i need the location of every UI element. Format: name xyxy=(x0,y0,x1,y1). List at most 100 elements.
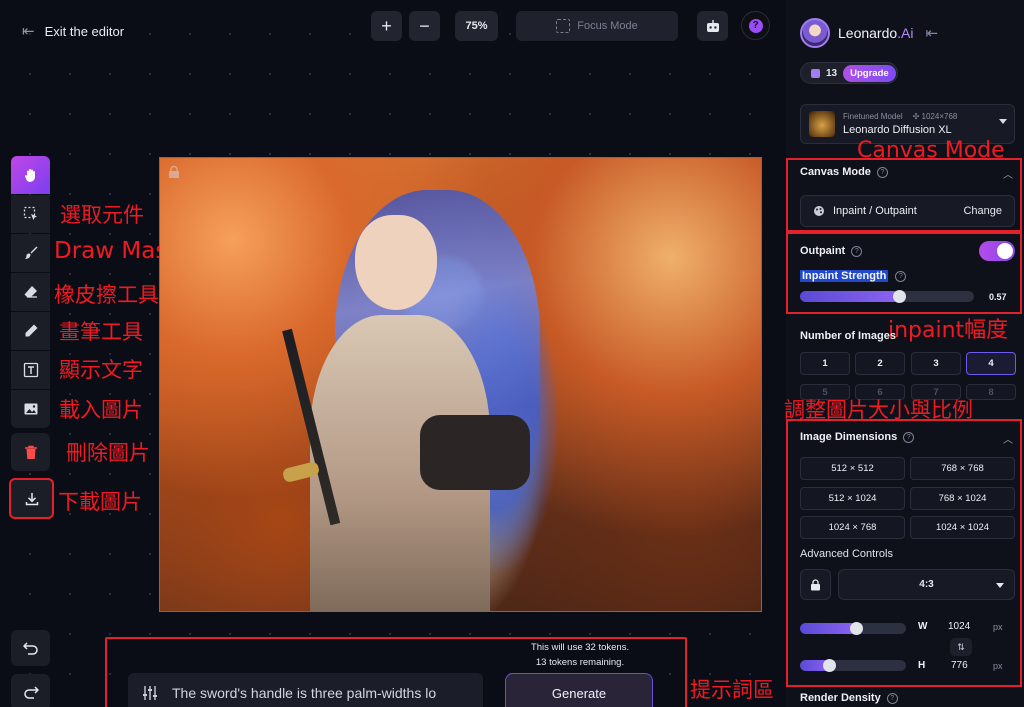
info-icon[interactable]: ? xyxy=(895,270,907,282)
width-value[interactable]: 1024 xyxy=(948,621,970,632)
outpaint-title-text: Outpaint xyxy=(800,245,846,257)
token-icon xyxy=(811,68,820,78)
credits-badge: 13 Upgrade xyxy=(800,62,898,84)
exit-editor-link[interactable]: ⇤ Exit the editor xyxy=(22,22,124,40)
inpaint-strength-slider[interactable] xyxy=(800,291,974,302)
swap-dimensions-button[interactable]: ⇅ xyxy=(950,638,972,656)
tool-image[interactable] xyxy=(11,390,50,428)
images-option-2[interactable]: 2 xyxy=(855,352,905,375)
inpaint-strength-thumb[interactable] xyxy=(892,290,906,303)
tool-delete[interactable] xyxy=(11,433,50,471)
zoom-level[interactable]: 75% xyxy=(455,11,498,41)
inpaint-strength-value: 0.57 xyxy=(989,292,1007,302)
info-icon[interactable]: ? xyxy=(851,245,863,257)
collapse-sidebar-icon[interactable]: ⇤ xyxy=(926,24,939,42)
annotation-select: 選取元件 xyxy=(60,203,144,227)
annotation-text: 顯示文字 xyxy=(59,358,143,382)
canvas-figure-face xyxy=(355,215,437,310)
canvas-mode-selector: Inpaint / Outpaint Change xyxy=(800,195,1015,227)
chevron-down-icon xyxy=(996,583,1004,588)
images-option-1[interactable]: 1 xyxy=(800,352,850,375)
outpaint-title: Outpaint ? xyxy=(800,245,863,257)
robot-icon xyxy=(706,19,719,32)
dimension-768x768[interactable]: 768 × 768 xyxy=(910,457,1015,480)
prompt-bar xyxy=(128,673,483,707)
redo-icon xyxy=(23,686,39,699)
annotation-image: 載入圖片 xyxy=(59,398,143,422)
download-icon xyxy=(25,492,38,505)
height-label: H xyxy=(918,660,926,671)
undo-button[interactable] xyxy=(11,630,50,666)
dimension-512x1024[interactable]: 512 × 1024 xyxy=(800,487,905,510)
prompt-settings-button[interactable] xyxy=(128,685,172,701)
zoom-out-button[interactable]: − xyxy=(409,11,440,41)
toggle-knob xyxy=(997,243,1013,259)
help-icon: ? xyxy=(748,18,763,33)
focus-mode-button[interactable]: Focus Mode xyxy=(516,11,678,41)
images-option-4[interactable]: 4 xyxy=(966,352,1016,375)
canvas-mode-change-button[interactable]: Change xyxy=(963,205,1002,217)
undo-icon xyxy=(22,642,38,655)
tool-select[interactable] xyxy=(11,195,50,233)
width-slider-thumb[interactable] xyxy=(849,622,863,635)
info-icon[interactable]: ? xyxy=(903,431,915,443)
tool-pencil[interactable] xyxy=(11,312,50,350)
credit-count: 13 xyxy=(826,67,838,79)
model-tag: Finetuned Model xyxy=(843,112,903,121)
brand-header: Leonardo.Ai ⇤ xyxy=(800,18,938,48)
canvas-mode-value: Inpaint / Outpaint xyxy=(833,205,917,217)
height-value[interactable]: 776 xyxy=(951,660,968,671)
outpaint-toggle[interactable] xyxy=(979,241,1015,261)
image-dimensions-title: Image Dimensions ? xyxy=(800,431,915,443)
render-density-title: Render Density ? xyxy=(800,692,898,704)
brand-text: Leonardo xyxy=(838,25,898,41)
height-slider[interactable] xyxy=(800,660,906,671)
images-option-3[interactable]: 3 xyxy=(911,352,961,375)
chevron-up-icon[interactable]: ︿ xyxy=(1003,166,1013,181)
annotation-eraser: 橡皮擦工具 xyxy=(54,283,159,307)
token-info: This will use 32 tokens. 13 tokens remai… xyxy=(509,640,651,670)
brand-name: Leonardo.Ai xyxy=(838,25,914,41)
info-icon[interactable]: ? xyxy=(876,166,888,178)
eraser-icon xyxy=(24,286,37,298)
tool-pan[interactable] xyxy=(11,156,50,194)
tool-download[interactable] xyxy=(9,478,54,519)
prompt-input[interactable] xyxy=(172,685,472,701)
generate-button[interactable]: Generate xyxy=(505,673,653,707)
chevron-up-icon[interactable]: ︿ xyxy=(1003,431,1013,446)
aspect-ratio-value: 4:3 xyxy=(919,579,934,590)
image-icon xyxy=(24,403,37,415)
tool-eraser[interactable] xyxy=(11,273,50,311)
redo-button[interactable] xyxy=(11,674,50,707)
exit-arrow-icon: ⇤ xyxy=(22,23,35,40)
dimension-768x1024[interactable]: 768 × 1024 xyxy=(910,487,1015,510)
avatar[interactable] xyxy=(800,18,830,48)
palette-icon xyxy=(814,206,824,216)
canvas-figure-obi xyxy=(420,415,530,490)
info-icon[interactable]: ? xyxy=(886,692,898,704)
help-button[interactable]: ? xyxy=(741,11,770,40)
canvas-lock-icon[interactable] xyxy=(167,165,181,179)
tool-mask[interactable] xyxy=(11,234,50,272)
image-dimensions-title-text: Image Dimensions xyxy=(800,431,898,443)
dimension-512x512[interactable]: 512 × 512 xyxy=(800,457,905,480)
upgrade-button[interactable]: Upgrade xyxy=(843,64,896,82)
aspect-lock-button[interactable] xyxy=(800,569,831,600)
annotation-pencil: 畫筆工具 xyxy=(59,320,143,344)
model-resolution: ✣ 1024×768 xyxy=(912,112,958,121)
aspect-ratio-select[interactable]: 4:3 xyxy=(838,569,1015,600)
assistant-button[interactable] xyxy=(697,11,728,41)
select-icon xyxy=(23,206,37,220)
dimension-1024x768[interactable]: 1024 × 768 xyxy=(800,516,905,539)
exit-editor-label: Exit the editor xyxy=(44,23,125,39)
dimension-1024x1024[interactable]: 1024 × 1024 xyxy=(910,516,1015,539)
render-density-title-text: Render Density xyxy=(800,692,881,704)
zoom-in-button[interactable]: + xyxy=(371,11,402,41)
tool-text[interactable] xyxy=(11,351,50,389)
token-remaining: 13 tokens remaining. xyxy=(535,657,625,668)
trash-icon xyxy=(24,445,37,459)
brand-suffix: .Ai xyxy=(897,25,914,41)
focus-mode-label: Focus Mode xyxy=(577,20,638,32)
focus-frame-icon xyxy=(556,19,571,33)
model-resolution-value: 1024×768 xyxy=(921,112,958,121)
